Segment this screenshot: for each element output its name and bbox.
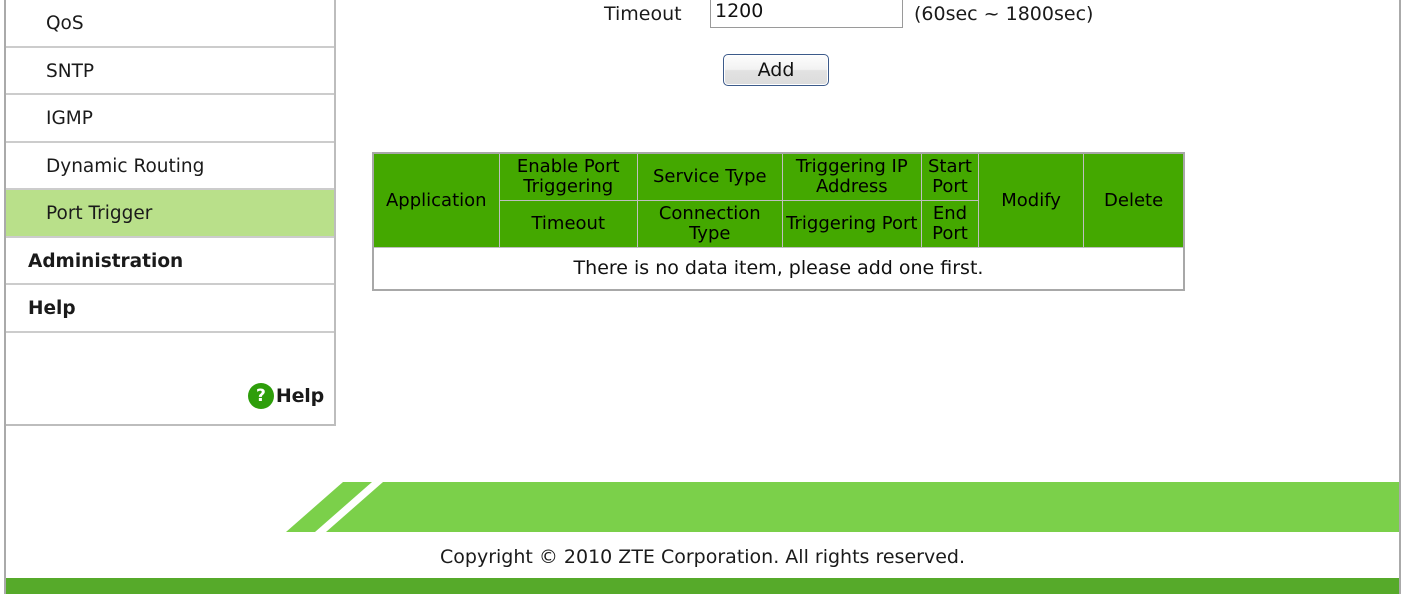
sidebar-item-label: Port Trigger [46,203,153,224]
sidebar-item-label: SNTP [46,60,95,82]
question-mark-icon: ? [247,382,274,409]
sidebar-item-igmp[interactable]: IGMP [6,95,334,143]
table-header-delete: Delete [1083,152,1185,248]
table-header-application: Application [372,152,500,248]
sidebar-item-help[interactable]: Help [6,285,334,333]
footer-banner-svg [286,482,1399,532]
page-frame-right-border [1399,0,1401,594]
main-content: Timeout (60sec ~ 1800sec) Add Applicatio… [338,0,1399,426]
table-empty-message: There is no data item, please add one fi… [372,246,1185,291]
page-footer: Copyright © 2010 ZTE Corporation. All ri… [6,426,1399,594]
table-header-row-primary: Application Enable Port Triggering Servi… [372,152,1185,248]
help-shortcut-link[interactable]: ? Help [247,382,324,409]
sidebar-item-sntp[interactable]: SNTP [6,47,334,95]
sidebar-item-label: Help [28,298,76,319]
table-header-connection-type: Connection Type [636,199,783,248]
footer-banner-graphic [6,482,1399,532]
table-header-timeout: Timeout [498,199,638,248]
table-header-triggering-ip-address: Triggering IP Address [781,152,923,201]
port-trigger-table: Application Enable Port Triggering Servi… [372,152,1185,291]
timeout-form-row: Timeout (60sec ~ 1800sec) [338,0,1399,34]
table-header-service-type: Service Type [636,152,783,201]
sidebar-item-label: IGMP [46,108,93,129]
timeout-range-hint: (60sec ~ 1800sec) [914,3,1094,25]
table-header-enable-port-triggering: Enable Port Triggering [498,152,638,201]
table-header-end-port: End Port [921,199,979,248]
table-header-modify: Modify [977,152,1085,248]
add-button[interactable]: Add [723,54,829,86]
banner-slash-large [326,482,1399,532]
sidebar-item-administration[interactable]: Administration [6,237,334,285]
table-row: There is no data item, please add one fi… [372,246,1185,291]
sidebar-item-port-trigger[interactable]: Port Trigger [6,190,334,238]
sidebar-item-label: Administration [28,250,184,272]
sidebar-item-dynamic-routing[interactable]: Dynamic Routing [6,142,334,190]
table-header-start-port: Start Port [921,152,979,201]
timeout-input[interactable] [710,0,903,28]
sidebar-item-qos[interactable]: QoS [6,0,334,48]
footer-accent-bar [6,578,1399,594]
timeout-label: Timeout [604,3,682,25]
copyright-text: Copyright © 2010 ZTE Corporation. All ri… [440,546,965,568]
table-header-triggering-port: Triggering Port [781,199,923,248]
sidebar-navigation: QoS SNTP IGMP Dynamic Routing Port Trigg… [6,0,336,426]
sidebar-item-label: Dynamic Routing [46,155,205,177]
page-root: QoS SNTP IGMP Dynamic Routing Port Trigg… [0,0,1407,594]
sidebar-footer-area: ? Help [6,332,334,423]
help-shortcut-label: Help [275,384,324,407]
sidebar-item-label: QoS [46,13,84,34]
